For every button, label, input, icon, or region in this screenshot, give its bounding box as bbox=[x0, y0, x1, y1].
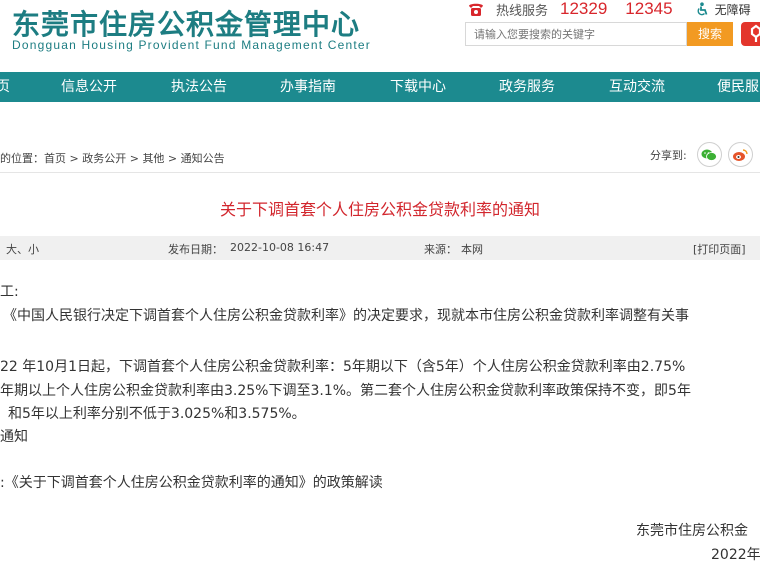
search-button[interactable]: 搜索 bbox=[687, 22, 733, 46]
app-icon bbox=[750, 24, 760, 42]
wechat-icon bbox=[701, 149, 718, 161]
signature-date: 2022年 bbox=[711, 547, 760, 563]
source-value: 本网 bbox=[461, 243, 483, 256]
site-logo-chinese[interactable]: 东莞市住房公积金管理中心 bbox=[12, 3, 360, 43]
article-paragraph: 22 年10月1日起，下调首套个人住房公积金贷款利率：5年期以下（含5年）个人住… bbox=[0, 359, 686, 375]
hotline-number-12329: 12329 bbox=[560, 0, 608, 18]
article-meta-bar: 大、小 发布日期： 2022-10-08 16:47 来源： 本网 [打印页面] bbox=[0, 236, 760, 260]
accessibility-link[interactable]: 无障碍 bbox=[715, 1, 751, 18]
print-page-link[interactable]: [打印页面] bbox=[693, 241, 746, 257]
nav-item-home[interactable]: 页 bbox=[0, 72, 10, 102]
article-paragraph: 年期以上个人住房公积金贷款利率由3.25%下调至3.1%。第二套个人住房公积金贷… bbox=[0, 383, 691, 399]
breadcrumb-separator: > bbox=[126, 152, 143, 165]
nav-item-convenience[interactable]: 便民服 bbox=[717, 72, 759, 102]
breadcrumb-gov-affairs[interactable]: 政务公开 bbox=[82, 152, 126, 165]
app-link-button[interactable] bbox=[741, 22, 760, 46]
hotline-number-12345: 12345 bbox=[625, 0, 673, 18]
share-label: 分享到: bbox=[650, 148, 687, 162]
hotline-label: 热线服务 bbox=[496, 3, 549, 19]
site-logo-english: Dongguan Housing Provident Fund Manageme… bbox=[12, 38, 371, 52]
share-weibo-button[interactable] bbox=[727, 142, 753, 167]
nav-item-info-disclosure[interactable]: 信息公开 bbox=[61, 72, 117, 102]
article-greeting: 工: bbox=[0, 284, 19, 300]
article-paragraph: 通知 bbox=[0, 429, 28, 445]
hotline-bar: 热线服务 12329 12345 无障碍 bbox=[466, 0, 751, 19]
publish-date-label: 发布日期： bbox=[168, 243, 223, 256]
publish-date: 2022-10-08 16:47 bbox=[230, 241, 330, 254]
breadcrumb-separator: > bbox=[66, 152, 83, 165]
nav-item-enforcement[interactable]: 执法公告 bbox=[171, 72, 227, 102]
content-divider bbox=[0, 172, 760, 173]
weibo-icon bbox=[733, 148, 748, 161]
nav-item-downloads[interactable]: 下载中心 bbox=[390, 72, 446, 102]
source-label: 来源： bbox=[424, 243, 457, 256]
font-size-toggle[interactable]: 大、小 bbox=[6, 241, 39, 257]
article-paragraph: 和5年以上利率分别不低于3.025%和3.575%。 bbox=[8, 406, 306, 422]
breadcrumb-separator: > bbox=[164, 152, 181, 165]
nav-item-interaction[interactable]: 互动交流 bbox=[609, 72, 665, 102]
site-header: 东莞市住房公积金管理中心 Dongguan Housing Provident … bbox=[0, 0, 760, 72]
breadcrumb-notices[interactable]: 通知公告 bbox=[181, 152, 225, 165]
policy-interpretation-link[interactable]: :《关于下调首套个人住房公积金贷款利率的通知》的政策解读 bbox=[0, 472, 383, 492]
phone-icon bbox=[469, 3, 483, 16]
breadcrumb-prefix: 的位置： bbox=[0, 152, 44, 165]
nav-item-gov-services[interactable]: 政务服务 bbox=[499, 72, 555, 102]
breadcrumb: 的位置：首页 > 政务公开 > 其他 > 通知公告 bbox=[0, 150, 225, 166]
article-title: 关于下调首套个人住房公积金贷款利率的通知 bbox=[219, 200, 540, 219]
article-paragraph: 《中国人民银行决定下调首套个人住房公积金贷款利率》的决定要求，现就本市住房公积金… bbox=[3, 308, 689, 324]
nav-item-guide[interactable]: 办事指南 bbox=[280, 72, 336, 102]
breadcrumb-other[interactable]: 其他 bbox=[142, 152, 164, 165]
search-input[interactable] bbox=[465, 22, 687, 46]
share-bar: 分享到: bbox=[650, 142, 759, 167]
main-nav: 页 信息公开 执法公告 办事指南 下载中心 政务服务 互动交流 便民服 bbox=[0, 72, 760, 102]
breadcrumb-home[interactable]: 首页 bbox=[44, 152, 66, 165]
accessibility-icon[interactable] bbox=[695, 2, 709, 16]
share-wechat-button[interactable] bbox=[696, 142, 722, 167]
signature-org: 东莞市住房公积金 bbox=[636, 523, 748, 539]
